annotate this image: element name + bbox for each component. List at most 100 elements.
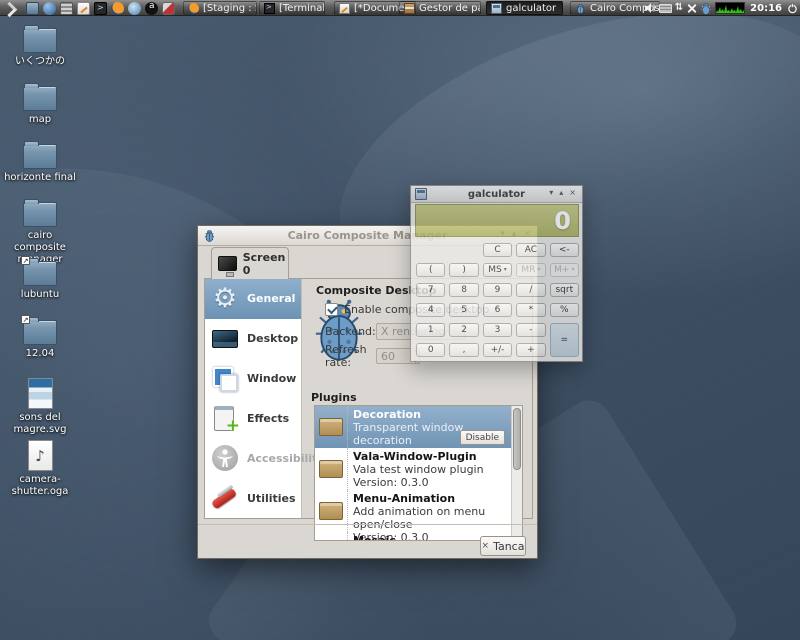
tab-screen-0[interactable]: Screen 0: [211, 247, 289, 279]
gear-icon: [210, 284, 240, 314]
text-editor-icon[interactable]: [77, 1, 90, 15]
desktop-icon-folder-1[interactable]: いくつかの: [2, 25, 78, 68]
disable-button[interactable]: Disable: [459, 430, 505, 445]
digit-5-button[interactable]: 5: [449, 303, 479, 317]
digit-7-button[interactable]: 7: [416, 283, 446, 297]
plugin-row-menu-animation[interactable]: Menu-Animation Add animation on menu ope…: [315, 490, 511, 540]
divide-button[interactable]: /: [516, 283, 546, 297]
sidebar-label: Window: [247, 372, 297, 386]
refresh-rate-row: Refresh rate: 60: [325, 343, 420, 369]
taskbar-item-staging[interactable]: [Staging : Ser...: [183, 1, 257, 15]
digit-8-button[interactable]: 8: [449, 283, 479, 297]
web-browser-icon[interactable]: [43, 1, 56, 15]
desktop-icon-folder-link-1[interactable]: ↗ lubuntu: [2, 256, 78, 301]
desktop-icon: [210, 324, 240, 354]
equals-button[interactable]: =: [549, 323, 579, 357]
firefox-icon[interactable]: [111, 1, 124, 15]
memory-store-button[interactable]: MS: [482, 263, 513, 277]
desktop-icon-label: horizonte final: [4, 172, 76, 183]
digit-0-button[interactable]: 0: [416, 343, 446, 357]
desktop-icon-audio-file[interactable]: ♪ camera-shutter.oga: [2, 440, 78, 498]
sidebar-item-general[interactable]: General: [205, 279, 301, 319]
sidebar-item-accessibility[interactable]: Accessibility: [205, 438, 325, 478]
maximize-icon[interactable]: ▴: [559, 188, 563, 197]
updown-arrows-icon[interactable]: ⇅: [675, 3, 683, 13]
clock[interactable]: 20:16: [750, 3, 782, 14]
system-tray: ⇅ 20:16: [644, 0, 798, 16]
desktop-icon-label: いくつかの: [15, 56, 65, 67]
digit-4-button[interactable]: 4: [416, 303, 446, 317]
plugin-row-vala-window-plugin[interactable]: Vala-Window-Plugin Vala test window plug…: [315, 448, 511, 490]
windows-stack-icon: [210, 364, 240, 394]
file-manager-icon[interactable]: [26, 1, 39, 15]
desktop-icon-folder-link-2[interactable]: ↗ 12.04: [2, 315, 78, 360]
tanca-close-button[interactable]: × Tanca: [480, 536, 526, 556]
tanca-label: Tanca: [493, 539, 525, 553]
backspace-button[interactable]: <-: [549, 243, 579, 257]
plugins-list: Decoration Transparent window decoration…: [314, 405, 523, 541]
digit-9-button[interactable]: 9: [482, 283, 513, 297]
link-emblem-icon: ↗: [21, 256, 30, 265]
folder-icon: [23, 83, 57, 111]
digit-1-button[interactable]: 1: [416, 323, 446, 337]
bug-tray-icon[interactable]: [700, 2, 712, 15]
desktop-icon-folder-3[interactable]: horizonte final: [2, 141, 78, 184]
taskbar-item-package-manager[interactable]: Gestor de pa...: [399, 1, 481, 15]
monitor-icon: [218, 256, 237, 277]
taskbar-item-galculator[interactable]: galculator: [486, 1, 563, 15]
plugin-desc: Add animation on menu open/close: [353, 505, 486, 531]
memory-recall-button[interactable]: MR: [516, 263, 546, 277]
plugins-scrollbar[interactable]: [511, 406, 522, 540]
plugin-package-icon: [319, 418, 343, 436]
multiply-button[interactable]: *: [516, 303, 546, 317]
desktop-icon-image-file[interactable]: sons del magre.svg: [2, 378, 78, 436]
cpu-graph-icon[interactable]: [715, 2, 746, 14]
taskbar-item-terminal[interactable]: [Terminal]: [259, 1, 325, 15]
utility-knife-icon: [210, 483, 240, 513]
lubuntu-menu-icon[interactable]: [2, 2, 22, 15]
word-processor-icon[interactable]: [145, 1, 158, 15]
decimal-comma-button[interactable]: ,: [449, 343, 479, 357]
paint-icon[interactable]: [162, 1, 175, 15]
plus-minus-button[interactable]: +/-: [482, 343, 513, 357]
sidebar-item-effects[interactable]: Effects: [205, 398, 301, 438]
power-icon[interactable]: [787, 2, 798, 14]
galculator-window: galculator ▾ ▴ × 0 C AC <- ( ) MS MR M+ …: [410, 185, 583, 362]
folder-icon: [23, 199, 57, 227]
scrollbar-thumb[interactable]: [513, 408, 521, 470]
digit-6-button[interactable]: 6: [482, 303, 513, 317]
all-clear-button[interactable]: AC: [516, 243, 546, 257]
percent-button[interactable]: %: [549, 303, 579, 317]
add-button[interactable]: +: [516, 343, 546, 357]
volume-icon[interactable]: [644, 2, 656, 14]
enable-composite-checkbox[interactable]: [325, 303, 338, 316]
browser-icon[interactable]: [128, 1, 141, 15]
sidebar-item-desktop[interactable]: Desktop: [205, 319, 301, 359]
folder-icon: ↗: [21, 256, 57, 286]
sidebar-item-window[interactable]: Window: [205, 359, 301, 399]
terminal-icon[interactable]: [94, 1, 107, 15]
app-grid-icon[interactable]: [60, 1, 73, 15]
left-paren-button[interactable]: (: [416, 263, 446, 277]
plugin-row-decoration[interactable]: Decoration Transparent window decoration…: [315, 406, 511, 460]
sqrt-button[interactable]: sqrt: [549, 283, 579, 297]
right-paren-button[interactable]: ): [449, 263, 479, 277]
folder-icon: [23, 141, 57, 169]
calculator-icon: [491, 2, 502, 14]
digit-3-button[interactable]: 3: [482, 323, 513, 337]
sidebar-label: Effects: [247, 411, 290, 425]
subtract-button[interactable]: -: [516, 323, 546, 337]
clear-button[interactable]: C: [482, 243, 513, 257]
galculator-titlebar[interactable]: galculator ▾ ▴ ×: [411, 186, 582, 203]
shade-icon[interactable]: ▾: [549, 188, 553, 197]
desktop-icon-folder-2[interactable]: map: [2, 83, 78, 126]
firefox-icon: [188, 2, 199, 14]
desktop-icon-folder-4[interactable]: cairo composite manager: [2, 199, 78, 266]
task-label: [Terminal]: [279, 2, 325, 14]
sidebar-item-utilities[interactable]: Utilities: [205, 478, 301, 518]
close-icon[interactable]: ×: [569, 188, 576, 197]
memory-plus-button[interactable]: M+: [549, 263, 579, 277]
keyboard-icon[interactable]: [658, 3, 672, 13]
digit-2-button[interactable]: 2: [449, 323, 479, 337]
clipboard-star-icon[interactable]: [686, 3, 697, 14]
